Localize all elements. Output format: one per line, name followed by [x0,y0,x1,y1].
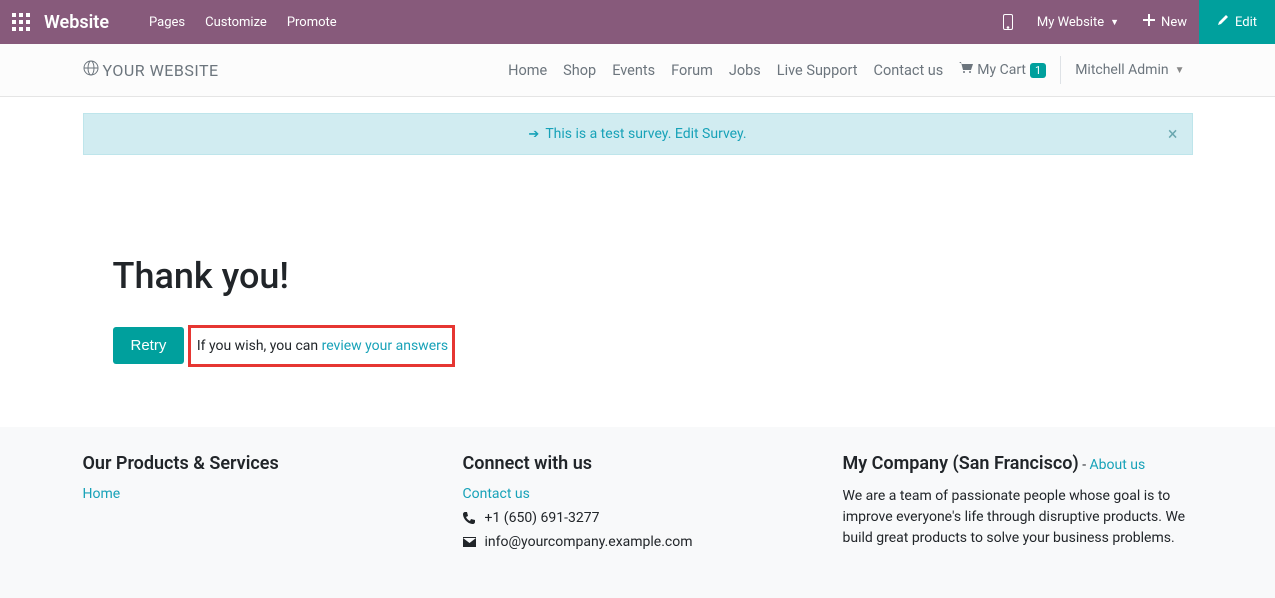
footer-contact-link[interactable]: Contact us [463,486,813,502]
edit-button-label: Edit [1235,15,1257,30]
edit-survey-link[interactable]: ➔ This is a test survey. Edit Survey. [528,126,746,142]
footer-products-heading: Our Products & Services [83,453,433,474]
phone-icon [463,512,477,524]
app-brand[interactable]: Website [44,12,109,33]
edit-button[interactable]: Edit [1199,0,1275,44]
main-content: Thank you! Retry If you wish, you can re… [83,155,1193,427]
arrow-right-icon: ➔ [528,127,539,142]
footer-email-text: info@yourcompany.example.com [485,534,693,550]
mobile-preview-button[interactable] [991,0,1025,44]
retry-button[interactable]: Retry [113,327,185,364]
nav-home[interactable]: Home [500,62,555,79]
menu-promote[interactable]: Promote [277,15,347,30]
pencil-icon [1217,14,1229,30]
nav-contact-us[interactable]: Contact us [866,62,952,79]
user-name-label: Mitchell Admin [1075,62,1168,78]
footer-col-products: Our Products & Services Home [83,453,433,558]
footer-connect-heading: Connect with us [463,453,813,474]
test-survey-alert: ➔ This is a test survey. Edit Survey. × [83,113,1193,155]
site-header: YOUR WEBSITE Home Shop Events Forum Jobs… [0,44,1275,97]
footer: Our Products & Services Home Connect wit… [0,427,1275,598]
menu-customize[interactable]: Customize [195,15,277,30]
nav-forum[interactable]: Forum [663,62,721,79]
page-title: Thank you! [113,255,1178,297]
chevron-down-icon: ▼ [1110,17,1119,28]
alert-text: This is a test survey. Edit Survey. [545,126,746,142]
cart-icon [959,62,973,78]
top-bar: Website Pages Customize Promote My Websi… [0,0,1275,44]
review-answers-box: If you wish, you can review your answers [188,325,455,367]
footer-company-heading: My Company (San Francisco) - About us [843,453,1193,474]
cart-link[interactable]: My Cart 1 [951,62,1054,78]
globe-icon [83,60,99,80]
review-prefix-text: If you wish, you can [197,338,322,354]
cart-label: My Cart [977,62,1026,78]
menu-pages[interactable]: Pages [139,15,195,30]
footer-company-body: We are a team of passionate people whose… [843,486,1193,549]
chevron-down-icon: ▼ [1175,65,1185,76]
apps-icon[interactable] [12,13,30,31]
new-button-label: New [1161,15,1187,30]
plus-icon [1143,14,1155,30]
nav-events[interactable]: Events [604,62,663,79]
new-button[interactable]: New [1131,0,1199,44]
footer-home-link[interactable]: Home [83,486,433,502]
user-menu[interactable]: Mitchell Admin ▼ [1067,62,1192,78]
site-logo[interactable]: YOUR WEBSITE [83,60,219,80]
nav-live-support[interactable]: Live Support [769,62,866,79]
footer-phone-text: +1 (650) 691-3277 [485,510,600,526]
nav-shop[interactable]: Shop [555,62,604,79]
website-selector-label: My Website [1037,15,1104,30]
footer-about-link[interactable]: About us [1090,457,1146,473]
site-logo-text: YOUR WEBSITE [103,61,219,80]
footer-phone: +1 (650) 691-3277 [463,510,813,526]
alert-close-button[interactable]: × [1168,124,1178,145]
footer-col-connect: Connect with us Contact us +1 (650) 691-… [463,453,813,558]
review-answers-link[interactable]: review your answers [322,338,448,354]
envelope-icon [463,537,477,547]
nav-jobs[interactable]: Jobs [721,62,769,79]
footer-email: info@yourcompany.example.com [463,534,813,550]
footer-col-company: My Company (San Francisco) - About us We… [843,453,1193,558]
cart-count-badge: 1 [1030,63,1046,78]
website-selector[interactable]: My Website ▼ [1025,0,1131,44]
